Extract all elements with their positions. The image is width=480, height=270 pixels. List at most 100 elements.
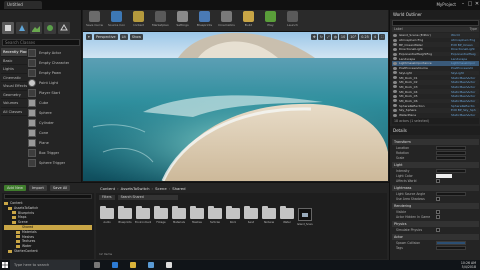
system-tray[interactable]: 10:26 AM 5/4/2018 bbox=[461, 261, 476, 269]
foliage-mode-icon[interactable] bbox=[44, 22, 56, 34]
scale-icon[interactable]: ⤢ bbox=[324, 34, 331, 40]
outliner-row[interactable]: Island_Scene (Editor) World bbox=[392, 33, 479, 38]
viewport-menu-icon[interactable]: ▾ bbox=[86, 34, 92, 40]
toolbar-button[interactable]: Marketplace bbox=[152, 11, 169, 30]
place-mode-icon[interactable] bbox=[2, 22, 14, 34]
outliner-row[interactable]: SM_Rock_01 StaticMeshActor bbox=[392, 75, 479, 80]
toolbar-button[interactable]: Blueprints bbox=[196, 11, 213, 30]
category-item[interactable]: Cinematic bbox=[1, 74, 27, 82]
tree-folder-item[interactable]: StarterContent bbox=[4, 249, 92, 254]
category-item[interactable]: All Classes bbox=[1, 108, 27, 116]
property-value-field[interactable] bbox=[436, 245, 466, 250]
edge-icon[interactable] bbox=[112, 262, 118, 268]
level-tab[interactable]: Untitled bbox=[4, 1, 42, 9]
property-value-field[interactable] bbox=[436, 155, 466, 160]
outliner-row[interactable]: BP_OceanWater Edit BP_Ocean bbox=[392, 42, 479, 48]
outliner-row[interactable]: LightmassImportance LightmassImpor bbox=[392, 61, 479, 66]
level-viewport[interactable]: ▾ Perspective Lit Show ✥ ↻ ⤢ ◍ 10 10° 0.… bbox=[83, 32, 388, 181]
asset-item[interactable]: Materials bbox=[172, 206, 186, 226]
category-item[interactable]: Visual Effects bbox=[1, 82, 27, 91]
category-item[interactable]: Lights bbox=[1, 65, 27, 74]
outliner-row[interactable]: SkyLight SkyLight bbox=[392, 70, 479, 76]
property-checkbox[interactable] bbox=[436, 214, 440, 219]
details-title[interactable]: Details bbox=[390, 126, 480, 135]
visibility-eye-icon[interactable] bbox=[393, 76, 397, 80]
category-item[interactable]: Geometry bbox=[1, 91, 27, 99]
outliner-row[interactable]: PostProcessVolume PostProcessVol bbox=[392, 66, 479, 71]
angle-snap-value[interactable]: 10° bbox=[348, 34, 359, 40]
visibility-eye-icon[interactable] bbox=[393, 57, 397, 61]
visibility-eye-icon[interactable] bbox=[393, 43, 397, 47]
asset-item[interactable]: Meshes bbox=[190, 206, 204, 226]
asset-item[interactable]: Foliage bbox=[154, 206, 168, 226]
category-item[interactable]: Volumes bbox=[1, 99, 27, 108]
asset-item[interactable]: Textures bbox=[262, 206, 276, 226]
class-search-input[interactable]: Search Classes bbox=[2, 39, 80, 46]
outliner-row[interactable]: SM_Rock_04 StaticMeshActor bbox=[392, 89, 479, 94]
outliner-row[interactable]: SM_Rock_03 StaticMeshActor bbox=[392, 85, 479, 90]
placeable-item[interactable]: Cylinder bbox=[28, 118, 80, 128]
visibility-eye-icon[interactable] bbox=[393, 94, 397, 98]
toolbar-button[interactable]: Source Control bbox=[108, 11, 125, 30]
toolbar-button[interactable]: Launch bbox=[284, 11, 301, 30]
category-item[interactable]: Basic bbox=[1, 57, 27, 65]
rotate-icon[interactable]: ↻ bbox=[317, 34, 324, 40]
toolbar-button[interactable]: Build bbox=[240, 11, 257, 30]
property-value-field[interactable] bbox=[436, 150, 466, 155]
property-value-field[interactable] bbox=[436, 191, 466, 196]
maximize-viewport-icon[interactable]: ⛶ bbox=[379, 34, 385, 40]
camera-speed-value[interactable]: 4 bbox=[371, 34, 378, 40]
paint-mode-icon[interactable] bbox=[16, 22, 28, 34]
visibility-eye-icon[interactable] bbox=[393, 108, 397, 112]
visibility-eye-icon[interactable] bbox=[393, 61, 397, 65]
close-button[interactable]: ✕ bbox=[474, 1, 480, 8]
breadcrumb-item[interactable]: Shared bbox=[172, 186, 185, 191]
filters-button[interactable]: Filters bbox=[99, 195, 115, 200]
placeable-item[interactable]: Plane bbox=[28, 138, 80, 148]
geometry-mode-icon[interactable] bbox=[58, 22, 70, 34]
visibility-eye-icon[interactable] bbox=[393, 66, 397, 70]
property-value-field[interactable] bbox=[436, 168, 466, 173]
toolbar-button[interactable]: Content bbox=[130, 11, 147, 30]
visibility-eye-icon[interactable] bbox=[393, 47, 397, 51]
translate-icon[interactable]: ✥ bbox=[310, 34, 317, 40]
outliner-row[interactable]: Sky_Sphere Edit BP_Sky_Sph bbox=[392, 108, 479, 113]
world-space-icon[interactable]: ◍ bbox=[331, 34, 338, 40]
outliner-row[interactable]: SM_Rock_05 StaticMeshActor bbox=[392, 94, 479, 99]
start-button[interactable] bbox=[0, 260, 10, 270]
outliner-row[interactable]: Landscape Landscape bbox=[392, 56, 479, 61]
placeable-item[interactable]: Box Trigger bbox=[28, 148, 80, 158]
grid-snap-value[interactable]: 10 bbox=[338, 34, 348, 40]
asset-item[interactable]: Water bbox=[280, 206, 294, 226]
outliner-row[interactable]: AtmosphericFog AtmosphericFog bbox=[392, 38, 479, 43]
placeable-item[interactable]: Player Start bbox=[28, 88, 80, 98]
property-checkbox[interactable] bbox=[436, 227, 440, 232]
toolbar-button[interactable]: Save Current bbox=[86, 11, 103, 30]
asset-item[interactable]: Island_Scene bbox=[297, 208, 313, 226]
placeable-item[interactable]: Point Light bbox=[28, 78, 80, 88]
breadcrumb-item[interactable]: AssetsToSwitch bbox=[121, 186, 150, 191]
toolbar-button[interactable]: Play bbox=[262, 11, 279, 30]
outliner-title[interactable]: World Outliner bbox=[390, 10, 480, 19]
asset-item[interactable]: Particles bbox=[208, 206, 222, 226]
placeable-item[interactable]: Sphere bbox=[28, 108, 80, 118]
label-column-header[interactable]: Label bbox=[394, 27, 403, 32]
placeable-item[interactable]: Cone bbox=[28, 128, 80, 138]
visibility-eye-icon[interactable] bbox=[393, 71, 397, 75]
property-checkbox[interactable] bbox=[436, 178, 440, 183]
toolbar-button[interactable]: Settings bbox=[174, 11, 191, 30]
visibility-eye-icon[interactable] bbox=[393, 52, 397, 56]
lit-button[interactable]: Lit bbox=[119, 34, 128, 40]
visibility-eye-icon[interactable] bbox=[393, 90, 397, 94]
add-new-button[interactable]: Add New bbox=[4, 185, 26, 191]
minimize-button[interactable]: – bbox=[460, 1, 466, 8]
outliner-row[interactable]: WaterPlane StaticMeshActor bbox=[392, 113, 479, 118]
asset-item[interactable]: Environment bbox=[135, 206, 151, 226]
placeable-item[interactable]: Empty Pawn bbox=[28, 68, 80, 78]
placeable-item[interactable]: Empty Character bbox=[28, 58, 80, 68]
task-view-icon[interactable] bbox=[94, 262, 100, 268]
file-explorer-icon[interactable] bbox=[130, 262, 136, 268]
property-checkbox[interactable] bbox=[436, 209, 440, 214]
type-column-header[interactable]: Type bbox=[470, 27, 477, 32]
visibility-eye-icon[interactable] bbox=[393, 99, 397, 103]
